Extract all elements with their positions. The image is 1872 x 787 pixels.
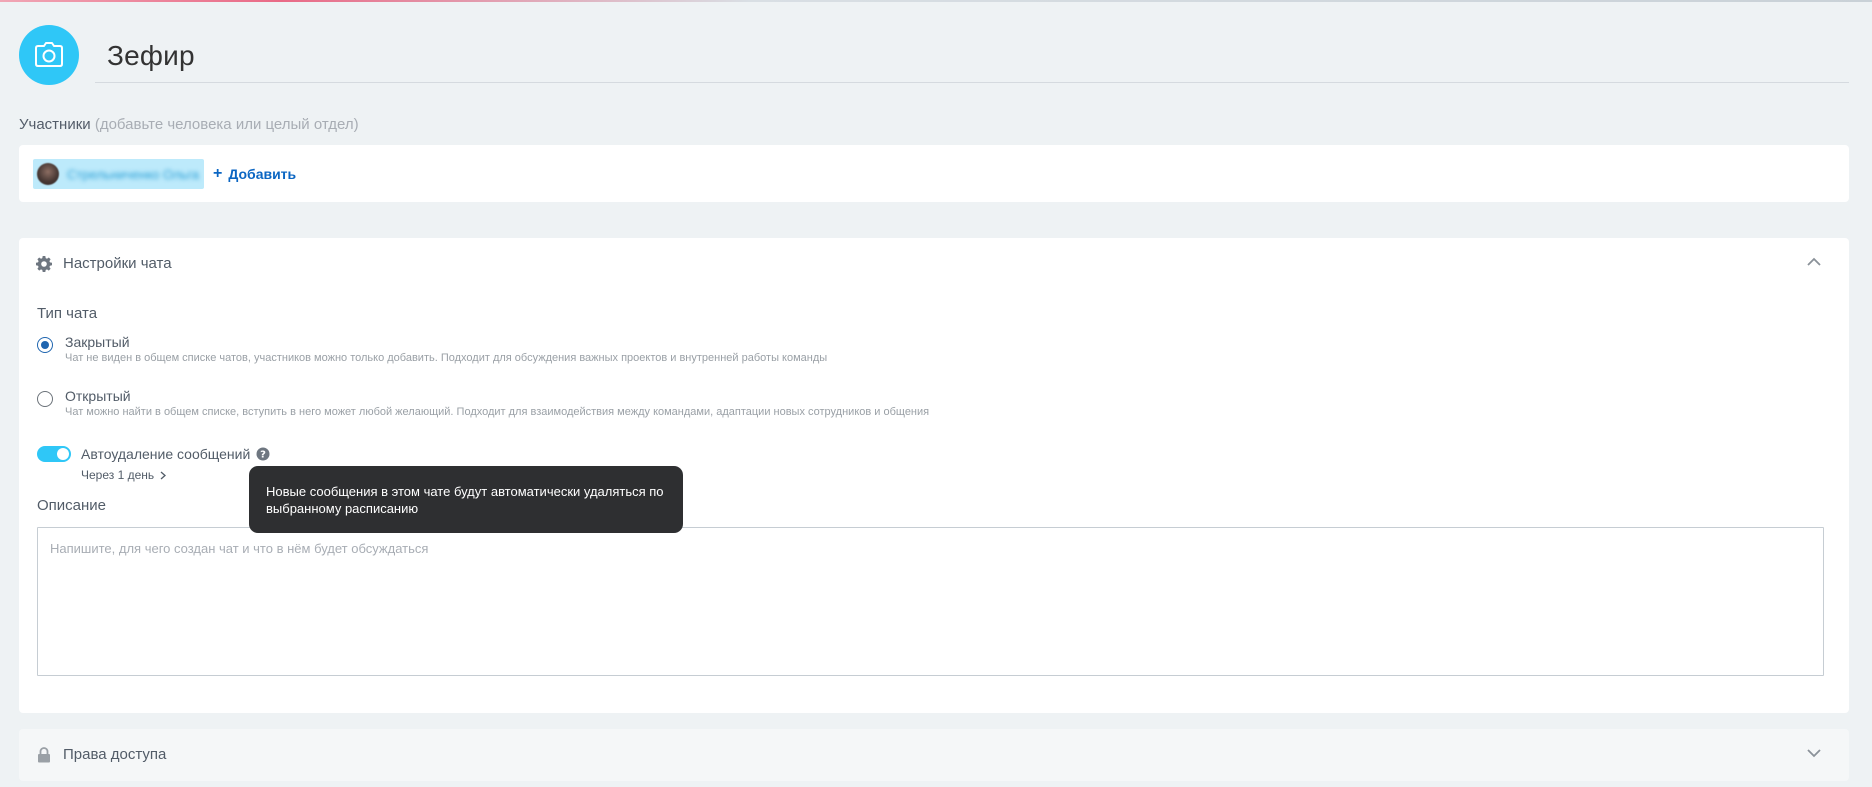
chevron-right-icon <box>160 471 167 479</box>
participants-label: Участники (добавьте человека или целый о… <box>19 116 359 133</box>
participants-box: Стрельниченко Ольга + Добавить <box>19 145 1849 202</box>
chat-title-field[interactable]: Зефир <box>95 30 1849 83</box>
description-label: Описание <box>37 497 107 514</box>
add-participant-button[interactable]: + Добавить <box>213 165 296 183</box>
svg-text:?: ? <box>260 450 266 461</box>
autodelete-tooltip: Новые сообщения в этом чате будут автома… <box>249 466 683 533</box>
closed-description: Чат не виден в общем списке чатов, участ… <box>65 352 828 364</box>
participants-hint: (добавьте человека или целый отдел) <box>94 116 359 133</box>
chat-type-label: Тип чата <box>37 305 98 322</box>
member-chip[interactable]: Стрельниченко Ольга <box>33 159 204 189</box>
open-radio[interactable] <box>37 391 53 407</box>
description-textarea[interactable] <box>37 527 1824 676</box>
chat-settings-header[interactable]: Настройки чата <box>19 238 1849 290</box>
chat-avatar-upload-button[interactable] <box>19 25 79 85</box>
autodelete-label: Автоудаление сообщений <box>81 446 251 462</box>
autodelete-period: Через 1 день <box>81 468 155 482</box>
chat-title[interactable]: Зефир <box>107 40 195 72</box>
add-participant-label: Добавить <box>228 166 297 182</box>
avatar <box>37 163 59 185</box>
lock-icon <box>38 747 50 763</box>
tooltip-text: Новые сообщения в этом чате будут автома… <box>266 484 664 516</box>
autodelete-period-link[interactable]: Через 1 день <box>81 468 167 482</box>
participants-label-text: Участники <box>19 116 91 133</box>
chat-settings-page: Зефир Участники (добавьте человека или ц… <box>0 0 1872 787</box>
gear-icon <box>36 256 52 272</box>
open-title: Открытый <box>65 388 131 404</box>
chevron-up-icon[interactable] <box>1807 257 1821 266</box>
member-name: Стрельниченко Ольга <box>67 166 200 182</box>
open-description: Чат можно найти в общем списке, вступить… <box>65 406 930 418</box>
closed-radio[interactable] <box>37 337 53 353</box>
closed-title: Закрытый <box>65 334 130 350</box>
chat-settings-title: Настройки чата <box>63 255 172 272</box>
plus-icon: + <box>213 165 223 182</box>
access-rights-header[interactable]: Права доступа <box>19 729 1849 781</box>
autodelete-toggle[interactable] <box>37 446 71 462</box>
access-rights-title: Права доступа <box>63 746 167 763</box>
camera-icon <box>35 42 63 67</box>
help-icon[interactable]: ? <box>256 447 270 461</box>
chevron-down-icon[interactable] <box>1807 749 1821 758</box>
